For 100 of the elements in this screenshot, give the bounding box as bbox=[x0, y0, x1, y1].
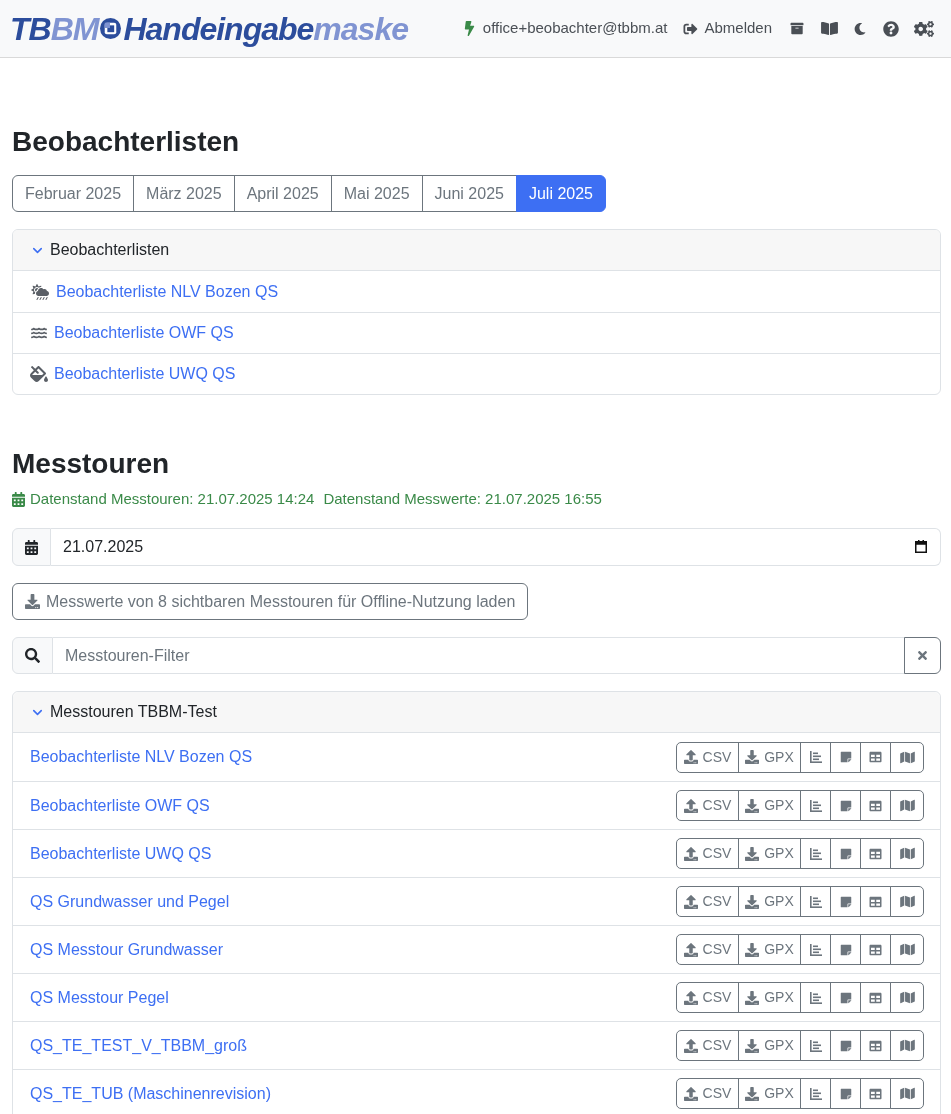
note-button[interactable] bbox=[830, 741, 861, 773]
help-icon[interactable] bbox=[883, 20, 899, 37]
upload-icon bbox=[683, 750, 698, 764]
map-button[interactable] bbox=[890, 838, 924, 869]
data-status-text: Datenstand Messwerte: 21.07.2025 16:55 bbox=[323, 489, 602, 509]
tour-link[interactable]: QS Messtour Grundwasser bbox=[30, 937, 223, 962]
note-button[interactable] bbox=[830, 1030, 861, 1061]
download-icon bbox=[745, 750, 760, 764]
tour-link[interactable]: Beobachterliste NLV Bozen QS bbox=[30, 745, 253, 769]
note-button[interactable] bbox=[830, 982, 861, 1013]
csv-upload-button[interactable]: CSV bbox=[676, 1030, 739, 1061]
sticky-note-icon bbox=[839, 895, 852, 908]
table-icon bbox=[869, 1039, 882, 1052]
month-tab[interactable]: Februar 2025 bbox=[12, 175, 135, 212]
gpx-download-button[interactable]: GPX bbox=[738, 838, 801, 869]
csv-upload-button[interactable]: CSV bbox=[676, 741, 739, 773]
chart-button[interactable] bbox=[800, 838, 831, 869]
table-button[interactable] bbox=[860, 790, 891, 821]
map-icon bbox=[899, 750, 915, 764]
tour-link[interactable]: QS_TE_TEST_V_TBBM_groß bbox=[30, 1033, 247, 1058]
tour-link[interactable]: QS Messtour Pegel bbox=[30, 985, 169, 1010]
archive-icon[interactable] bbox=[790, 22, 804, 35]
calendar-picker-icon[interactable] bbox=[915, 540, 927, 553]
open-book-icon[interactable] bbox=[820, 21, 839, 36]
paint-bucket-icon bbox=[30, 366, 48, 382]
date-input[interactable]: 21.07.2025 bbox=[51, 528, 941, 566]
observer-list-link[interactable]: Beobachterliste OWF QS bbox=[54, 321, 234, 345]
month-tab[interactable]: März 2025 bbox=[133, 175, 235, 212]
settings-icon[interactable] bbox=[914, 20, 934, 37]
tour-link[interactable]: QS_TE_TUB (Maschinenrevision) bbox=[30, 1081, 271, 1106]
note-button[interactable] bbox=[830, 1078, 861, 1109]
table-button[interactable] bbox=[860, 886, 891, 917]
tour-link[interactable]: Beobachterliste UWQ QS bbox=[30, 841, 212, 866]
observer-list-link[interactable]: Beobachterliste UWQ QS bbox=[54, 362, 236, 386]
gpx-download-button[interactable]: GPX bbox=[738, 1078, 801, 1109]
bar-chart-icon bbox=[809, 1087, 822, 1100]
accordion-header[interactable]: Beobachterlisten bbox=[13, 230, 940, 271]
bar-chart-icon bbox=[809, 943, 822, 956]
table-button[interactable] bbox=[860, 934, 891, 965]
bar-chart-icon bbox=[809, 751, 822, 763]
download-icon bbox=[745, 1086, 760, 1101]
map-button[interactable] bbox=[890, 1030, 924, 1061]
table-button[interactable] bbox=[860, 838, 891, 869]
section-heading: Beobachterlisten bbox=[12, 125, 241, 159]
gpx-download-button[interactable]: GPX bbox=[738, 741, 801, 773]
csv-upload-button[interactable]: CSV bbox=[676, 982, 739, 1013]
moon-icon[interactable] bbox=[854, 21, 866, 36]
accordion-header[interactable]: Messtouren TBBM-Test bbox=[13, 692, 940, 733]
upload-icon bbox=[683, 798, 698, 813]
table-icon bbox=[869, 991, 882, 1004]
bar-chart-icon bbox=[809, 847, 822, 860]
chart-button[interactable] bbox=[800, 790, 831, 821]
map-button[interactable] bbox=[890, 1078, 924, 1109]
map-icon bbox=[899, 799, 915, 812]
csv-upload-button[interactable]: CSV bbox=[676, 790, 739, 821]
clear-filter-button[interactable] bbox=[904, 637, 941, 674]
table-button[interactable] bbox=[860, 982, 891, 1013]
month-tab[interactable]: Juni 2025 bbox=[421, 175, 517, 212]
map-icon bbox=[899, 895, 915, 908]
gpx-download-button[interactable]: GPX bbox=[738, 790, 801, 821]
chart-button[interactable] bbox=[800, 1030, 831, 1061]
chart-button[interactable] bbox=[800, 982, 831, 1013]
map-button[interactable] bbox=[890, 934, 924, 965]
offline-download-button[interactable]: Messwerte von 8 sichtbaren Messtouren für Offline-Nutzung laden bbox=[12, 583, 529, 620]
filter-input[interactable]: Messtouren-Filter bbox=[53, 637, 905, 674]
chart-button[interactable] bbox=[800, 934, 831, 965]
gpx-download-button[interactable]: GPX bbox=[738, 982, 801, 1013]
table-button[interactable] bbox=[860, 741, 891, 773]
note-button[interactable] bbox=[830, 934, 861, 965]
tour-link[interactable]: Beobachterliste OWF QS bbox=[30, 793, 210, 818]
sign-out-icon[interactable] bbox=[683, 21, 699, 36]
note-button[interactable] bbox=[830, 838, 861, 869]
table-button[interactable] bbox=[860, 1030, 891, 1061]
csv-upload-button[interactable]: CSV bbox=[676, 1078, 739, 1109]
map-button[interactable] bbox=[890, 982, 924, 1013]
map-icon bbox=[899, 991, 915, 1004]
gpx-download-button[interactable]: GPX bbox=[738, 1030, 801, 1061]
table-button[interactable] bbox=[860, 1078, 891, 1109]
note-button[interactable] bbox=[830, 886, 861, 917]
chart-button[interactable] bbox=[800, 741, 831, 773]
calendar-icon bbox=[25, 539, 38, 555]
csv-upload-button[interactable]: CSV bbox=[676, 934, 739, 965]
note-button[interactable] bbox=[830, 790, 861, 821]
gpx-download-button[interactable]: GPX bbox=[738, 886, 801, 917]
chart-button[interactable] bbox=[800, 1078, 831, 1109]
month-tab[interactable]: Mai 2025 bbox=[330, 175, 423, 212]
accordion-title: Beobachterlisten bbox=[50, 240, 170, 260]
csv-upload-button[interactable]: CSV bbox=[676, 838, 739, 869]
observer-list-link[interactable]: Beobachterliste NLV Bozen QS bbox=[56, 279, 279, 304]
gpx-download-button[interactable]: GPX bbox=[738, 934, 801, 965]
csv-upload-button[interactable]: CSV bbox=[676, 886, 739, 917]
logout-link[interactable]: Abmelden bbox=[704, 17, 772, 40]
map-button[interactable] bbox=[890, 790, 924, 821]
map-button[interactable] bbox=[890, 741, 924, 773]
map-button[interactable] bbox=[890, 886, 924, 917]
tour-link[interactable]: QS Grundwasser und Pegel bbox=[30, 889, 230, 914]
chart-button[interactable] bbox=[800, 886, 831, 917]
bolt-icon bbox=[463, 21, 475, 36]
month-tab[interactable]: Juli 2025 bbox=[515, 175, 606, 212]
month-tab[interactable]: April 2025 bbox=[233, 175, 332, 212]
